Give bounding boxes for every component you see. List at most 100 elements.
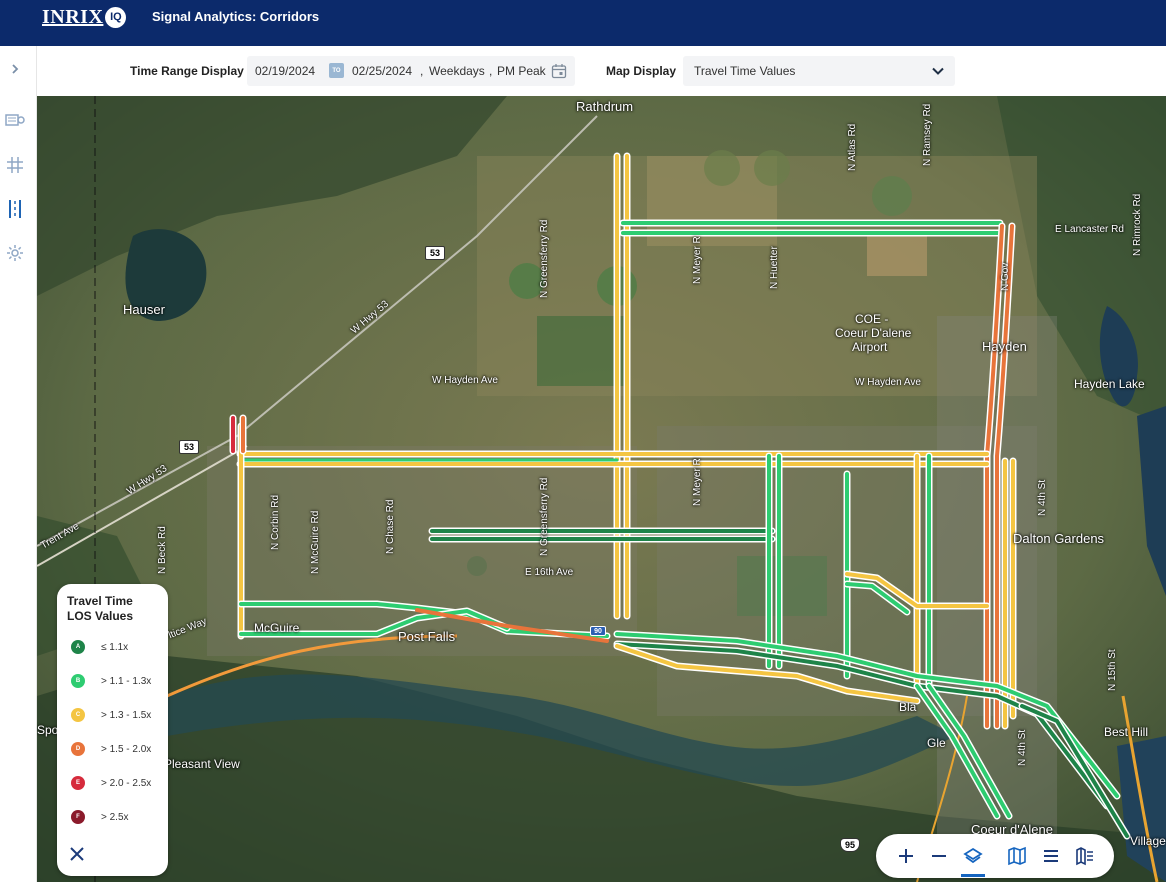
logo-badge: IQ (105, 6, 127, 28)
logo-text: INRIX (42, 5, 104, 28)
road-label-n-greensferry-south: N Greensferry Rd (539, 477, 550, 556)
to-badge: TO (329, 63, 344, 78)
time-range-picker[interactable]: 02/19/2024 TO 02/25/2024 , Weekdays , PM… (247, 56, 575, 86)
map-legend-icon[interactable] (1075, 846, 1095, 866)
legend-dot-a: A (71, 640, 85, 654)
layers-icon[interactable] (963, 846, 983, 866)
legend-title-line2: LOS Values (67, 609, 134, 623)
legend-item-e: E > 2.0 - 2.5x (71, 776, 151, 790)
left-sidebar (0, 46, 37, 882)
place-label-rathdrum: Rathdrum (576, 99, 634, 114)
day-type[interactable]: Weekdays (429, 64, 485, 78)
start-date[interactable]: 02/19/2024 (255, 64, 315, 78)
road-label-n-chase: N Chase Rd (385, 499, 396, 554)
inrix-iq-logo[interactable]: INRIX IQ (42, 5, 127, 28)
signal-dashboard-button[interactable] (4, 110, 26, 132)
list-icon[interactable] (1041, 846, 1061, 866)
zoom-out-icon[interactable] (929, 846, 949, 866)
settings-button[interactable] (4, 242, 26, 264)
map-display-value: Travel Time Values (694, 64, 796, 78)
legend-dot-d: D (71, 742, 85, 756)
place-label-bla: Bla (899, 700, 917, 714)
corridor-icon (9, 200, 21, 218)
legend-item-f: F > 2.5x (71, 810, 129, 824)
legend-item-a: A ≤ 1.1x (71, 640, 128, 654)
place-label-dalton-gardens: Dalton Gardens (1013, 531, 1105, 546)
filter-bar: Time Range Display 02/19/2024 TO 02/25/2… (37, 46, 1166, 96)
place-label-hayden: Hayden (982, 339, 1027, 354)
road-label-w-hayden-east: W Hayden Ave (855, 377, 921, 388)
place-label-coe: COE - (855, 312, 889, 326)
end-date[interactable]: 02/25/2024 (352, 64, 412, 78)
legend-title-line1: Travel Time (67, 594, 133, 608)
zoom-in-icon[interactable] (896, 846, 916, 866)
chevron-down-icon (932, 67, 944, 75)
road-label-e-lancaster: E Lancaster Rd (1055, 224, 1124, 235)
time-period[interactable]: PM Peak (497, 64, 546, 78)
chevron-right-icon (12, 64, 19, 74)
road-label-n-meyer-south: N Meyer R (692, 458, 703, 506)
legend-label-e: > 2.0 - 2.5x (101, 777, 152, 789)
road-label-n-mcguire: N McGuire Rd (310, 510, 321, 574)
us95-shield: 95 (840, 838, 860, 852)
legend-dot-b: B (71, 674, 85, 688)
legend-title: Travel Time LOS Values (67, 594, 133, 624)
los-legend: Travel Time LOS Values A ≤ 1.1x B > 1.1 … (57, 584, 168, 876)
place-label-hauser: Hauser (123, 302, 165, 317)
legend-dot-f: F (71, 810, 85, 824)
layers-active-indicator (961, 874, 985, 877)
road-label-n-4th: N 4th St (1037, 479, 1048, 516)
road-label-n-rimrock: N Rimrock Rd (1132, 193, 1143, 256)
map-display-select[interactable]: Travel Time Values (683, 56, 955, 86)
place-label-spo: Spo (37, 723, 59, 737)
time-range-label: Time Range Display (130, 64, 244, 78)
legend-dot-c: C (71, 708, 85, 722)
calendar-icon[interactable] (551, 63, 567, 79)
legend-label-d: > 1.5 - 2.0x (101, 743, 152, 755)
intersection-icon (7, 157, 23, 173)
corridor-button[interactable] (4, 198, 26, 220)
place-label-best-hill: Best Hill (1104, 725, 1149, 739)
legend-dot-e: E (71, 776, 85, 790)
road-label-n-beck: N Beck Rd (157, 526, 168, 574)
road-label-n-4th-south: N 4th St (1017, 729, 1028, 766)
legend-label-b: > 1.1 - 1.3x (101, 675, 152, 687)
road-label-n-corbin: N Corbin Rd (270, 494, 281, 550)
road-label-n-greensferry: N Greensferry Rd (539, 219, 550, 298)
place-label-village: Village (1130, 834, 1166, 848)
legend-label-f: > 2.5x (101, 811, 129, 823)
road-label-w-hayden: W Hayden Ave (432, 375, 498, 386)
road-label-n-atlas: N Atlas Rd (847, 123, 858, 171)
place-label-post-falls: Post Falls (398, 629, 456, 644)
map-display-label: Map Display (606, 64, 677, 78)
road-label-n-ramsey: N Ramsey Rd (922, 103, 933, 166)
expand-sidebar-button[interactable] (4, 58, 26, 80)
intersection-button[interactable] (4, 154, 26, 176)
place-label-hayden-lake: Hayden Lake (1074, 377, 1145, 391)
place-label-gle: Gle (927, 736, 946, 750)
map-toolbar (876, 834, 1114, 878)
legend-item-b: B > 1.1 - 1.3x (71, 674, 151, 688)
legend-item-c: C > 1.3 - 1.5x (71, 708, 151, 722)
i90-shield: 90 (590, 626, 606, 636)
place-label-coe3: Airport (852, 340, 888, 354)
place-label-pleasant-view: Pleasant View (164, 757, 240, 771)
map-icon[interactable] (1007, 846, 1027, 866)
place-label-mcguire: McGuire (254, 621, 300, 635)
hwy53-shield: 53 (425, 246, 445, 260)
legend-label-a: ≤ 1.1x (101, 641, 129, 653)
place-label-coe2: Coeur D'alene (835, 326, 912, 340)
road-label-n-huetter: N Huetter (769, 246, 780, 289)
hwy53-shield-west: 53 (179, 440, 199, 454)
road-label-n-government-way: N Gov (1000, 262, 1011, 291)
top-bar: INRIX IQ Signal Analytics: Corridors (0, 0, 1166, 46)
road-label-n-meyer: N Meyer R (692, 236, 703, 284)
legend-label-c: > 1.3 - 1.5x (101, 709, 152, 721)
signal-dashboard-icon (5, 114, 25, 126)
gear-icon (7, 245, 23, 261)
road-label-e-16th: E 16th Ave (525, 567, 574, 578)
legend-item-d: D > 1.5 - 2.0x (71, 742, 151, 756)
road-label-n-15th: N 15th St (1107, 649, 1118, 691)
map-canvas[interactable]: Rathdrum Hauser COE - Coeur D'alene Airp… (37, 96, 1166, 882)
close-legend-icon[interactable] (69, 846, 85, 862)
